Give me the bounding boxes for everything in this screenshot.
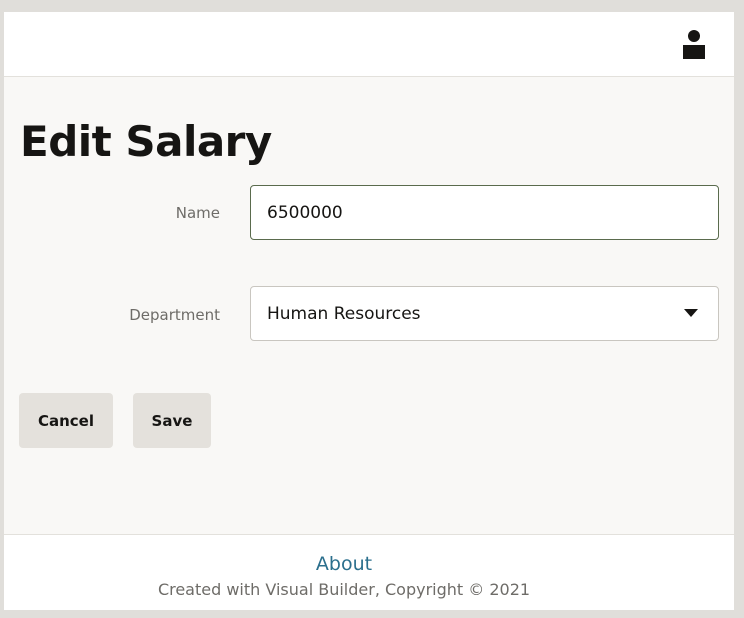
name-input[interactable] [250, 185, 719, 240]
save-button[interactable]: Save [133, 393, 211, 448]
department-select[interactable]: Human Resources [250, 286, 719, 341]
name-label: Name [175, 204, 220, 222]
about-link[interactable]: About [4, 553, 684, 575]
department-selected-value: Human Resources [267, 304, 421, 324]
cancel-button[interactable]: Cancel [19, 393, 113, 448]
app-footer: About Created with Visual Builder, Copyr… [4, 534, 734, 610]
page-title: Edit Salary [20, 117, 272, 166]
department-label: Department [129, 306, 220, 324]
copyright-text: Created with Visual Builder, Copyright ©… [157, 580, 531, 599]
chevron-down-icon[interactable] [684, 309, 698, 317]
app-header [4, 12, 734, 77]
app-window: Edit Salary Name Department Human Resour… [4, 12, 734, 610]
user-icon[interactable] [682, 29, 706, 61]
